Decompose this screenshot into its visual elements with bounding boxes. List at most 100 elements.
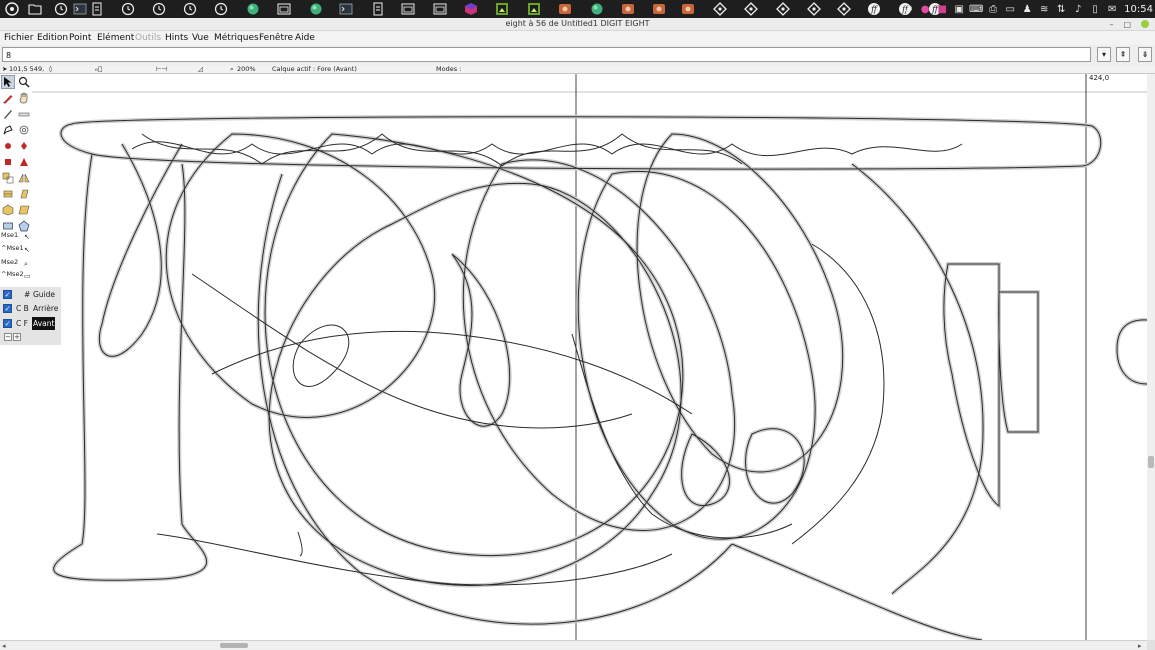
clock-icon[interactable] bbox=[213, 1, 229, 17]
resize-grip-icon[interactable] bbox=[1147, 640, 1155, 650]
display-icon[interactable]: ▭ bbox=[1003, 2, 1017, 16]
vertical-scrollbar[interactable] bbox=[1147, 74, 1155, 640]
curve-point-tool-icon[interactable] bbox=[1, 139, 15, 153]
location-icon[interactable]: ● bbox=[918, 2, 932, 16]
network-icon[interactable]: ⇅ bbox=[1054, 2, 1068, 16]
remove-layer-button[interactable]: − bbox=[4, 333, 12, 341]
globe-icon[interactable] bbox=[245, 1, 261, 17]
clock-icon[interactable] bbox=[182, 1, 198, 17]
close-button[interactable] bbox=[1141, 20, 1149, 28]
fontforge-icon[interactable]: ff bbox=[866, 1, 882, 17]
globe-icon[interactable] bbox=[589, 1, 605, 17]
menu-outils[interactable]: Outils bbox=[135, 31, 161, 45]
globe-icon[interactable] bbox=[308, 1, 324, 17]
mouse-binding-label: ^Mse1 bbox=[1, 244, 24, 252]
glyph-outlines[interactable] bbox=[32, 74, 1147, 640]
app-icon[interactable] bbox=[680, 1, 696, 17]
printer-icon[interactable]: ⎙ bbox=[986, 2, 1000, 16]
window-titlebar[interactable]: eight à 56 de Untitled1 DIGIT EIGHT – □ bbox=[0, 18, 1155, 31]
knife-tool-icon[interactable] bbox=[1, 107, 15, 121]
app-indicator-icon[interactable]: ■ bbox=[935, 2, 949, 16]
glyph-canvas[interactable] bbox=[32, 74, 1147, 640]
glyph-name-input[interactable]: 8 bbox=[2, 47, 1091, 62]
clock-icon[interactable] bbox=[53, 1, 69, 17]
system-tray: ⏻ ● ■ ▣ ⌨ ⎙ ▭ ♟ ≋ ⇅ ♪ ▯ ✉ 10:54 bbox=[898, 0, 1153, 18]
menu-point[interactable]: Point bbox=[69, 31, 91, 45]
freehand-tool-icon[interactable] bbox=[1, 91, 15, 105]
wifi-icon[interactable]: ≋ bbox=[1037, 2, 1051, 16]
spiro-tool-icon[interactable] bbox=[17, 123, 31, 137]
document-icon[interactable] bbox=[89, 1, 105, 17]
pointer-tool-icon[interactable] bbox=[1, 75, 15, 89]
ruler-tool-icon[interactable] bbox=[17, 107, 31, 121]
perspective-tool-icon[interactable] bbox=[17, 203, 31, 217]
image-icon[interactable] bbox=[494, 1, 510, 17]
horizontal-scrollbar[interactable]: ◂ ▸ bbox=[0, 640, 1147, 650]
cube-icon[interactable] bbox=[463, 1, 479, 17]
hv-curve-point-tool-icon[interactable] bbox=[17, 139, 31, 153]
music-icon[interactable]: ♪ bbox=[1071, 2, 1085, 16]
menu-hints[interactable]: Hints bbox=[165, 31, 188, 45]
maximize-button[interactable]: □ bbox=[1123, 20, 1131, 29]
previous-glyph-button[interactable]: ⇞ bbox=[1116, 47, 1130, 62]
diamond-icon[interactable] bbox=[712, 1, 728, 17]
clock-icon[interactable] bbox=[120, 1, 136, 17]
window-icon[interactable] bbox=[432, 1, 448, 17]
horizontal-scroll-thumb[interactable] bbox=[220, 643, 248, 648]
menu-bar: Fichier Edition Point Elément Outils Hin… bbox=[0, 31, 1155, 45]
notification-icon[interactable]: ✉ bbox=[1105, 2, 1119, 16]
diamond-icon[interactable] bbox=[836, 1, 852, 17]
menu-metriques[interactable]: Métriques bbox=[214, 31, 259, 45]
clipboard-icon[interactable]: ▣ bbox=[952, 2, 966, 16]
app-icon[interactable] bbox=[620, 1, 636, 17]
terminal-icon[interactable] bbox=[72, 1, 88, 17]
magnify-tool-icon[interactable] bbox=[17, 75, 31, 89]
layer-visible-checkbox[interactable]: ✓ bbox=[3, 319, 12, 328]
terminal-icon[interactable] bbox=[338, 1, 354, 17]
window-icon[interactable] bbox=[276, 1, 292, 17]
diamond-icon[interactable] bbox=[806, 1, 822, 17]
scroll-right-icon[interactable]: ▸ bbox=[1138, 642, 1142, 650]
clock[interactable]: 10:54 bbox=[1124, 4, 1153, 15]
user-icon[interactable]: ♟ bbox=[1020, 2, 1034, 16]
app-icon[interactable] bbox=[557, 1, 573, 17]
ubuntu-logo-icon[interactable] bbox=[4, 1, 20, 17]
menu-element[interactable]: Elément bbox=[97, 31, 134, 45]
next-glyph-button[interactable]: ⇟ bbox=[1138, 47, 1152, 62]
scroll-left-icon[interactable]: ◂ bbox=[2, 642, 6, 650]
add-layer-button[interactable]: + bbox=[13, 333, 21, 341]
pen-tool-icon[interactable] bbox=[1, 123, 15, 137]
diamond-icon[interactable] bbox=[775, 1, 791, 17]
layer-visible-checkbox[interactable]: ✓ bbox=[3, 304, 12, 313]
corner-point-tool-icon[interactable] bbox=[1, 155, 15, 169]
polygon-tool-icon[interactable] bbox=[17, 219, 31, 233]
menu-vue[interactable]: Vue bbox=[192, 31, 209, 45]
document-icon[interactable] bbox=[370, 1, 386, 17]
glyph-dropdown-button[interactable]: ▾ bbox=[1097, 47, 1111, 62]
keyboard-icon[interactable]: ⌨ bbox=[969, 2, 983, 16]
menu-aide[interactable]: Aide bbox=[295, 31, 315, 45]
layer-visible-checkbox[interactable]: ✓ bbox=[3, 290, 12, 299]
battery-icon[interactable]: ▯ bbox=[1088, 2, 1102, 16]
menu-fichier[interactable]: Fichier bbox=[4, 31, 33, 45]
skew-tool-icon[interactable] bbox=[17, 187, 31, 201]
mouse-binding-label: Mse1 bbox=[1, 231, 19, 239]
flip-tool-icon[interactable] bbox=[17, 171, 31, 185]
mouse-binding-label: ^Mse2 bbox=[1, 270, 24, 278]
app-icon[interactable] bbox=[651, 1, 667, 17]
window-icon[interactable] bbox=[400, 1, 416, 17]
vertical-scroll-thumb[interactable] bbox=[1148, 456, 1154, 468]
hand-tool-icon[interactable] bbox=[17, 91, 31, 105]
tangent-point-tool-icon[interactable] bbox=[17, 155, 31, 169]
menu-edition[interactable]: Edition bbox=[37, 31, 68, 45]
diamond-icon[interactable] bbox=[743, 1, 759, 17]
clock-icon[interactable] bbox=[151, 1, 167, 17]
menu-fenetre[interactable]: Fenêtre bbox=[259, 31, 293, 45]
folder-icon[interactable] bbox=[27, 1, 43, 17]
scale-tool-icon[interactable] bbox=[1, 171, 15, 185]
power-icon[interactable]: ⏻ bbox=[901, 2, 915, 16]
3d-rotate-tool-icon[interactable] bbox=[1, 203, 15, 217]
minimize-button[interactable]: – bbox=[1109, 20, 1113, 29]
image-icon[interactable] bbox=[526, 1, 542, 17]
rotate-tool-icon[interactable] bbox=[1, 187, 15, 201]
